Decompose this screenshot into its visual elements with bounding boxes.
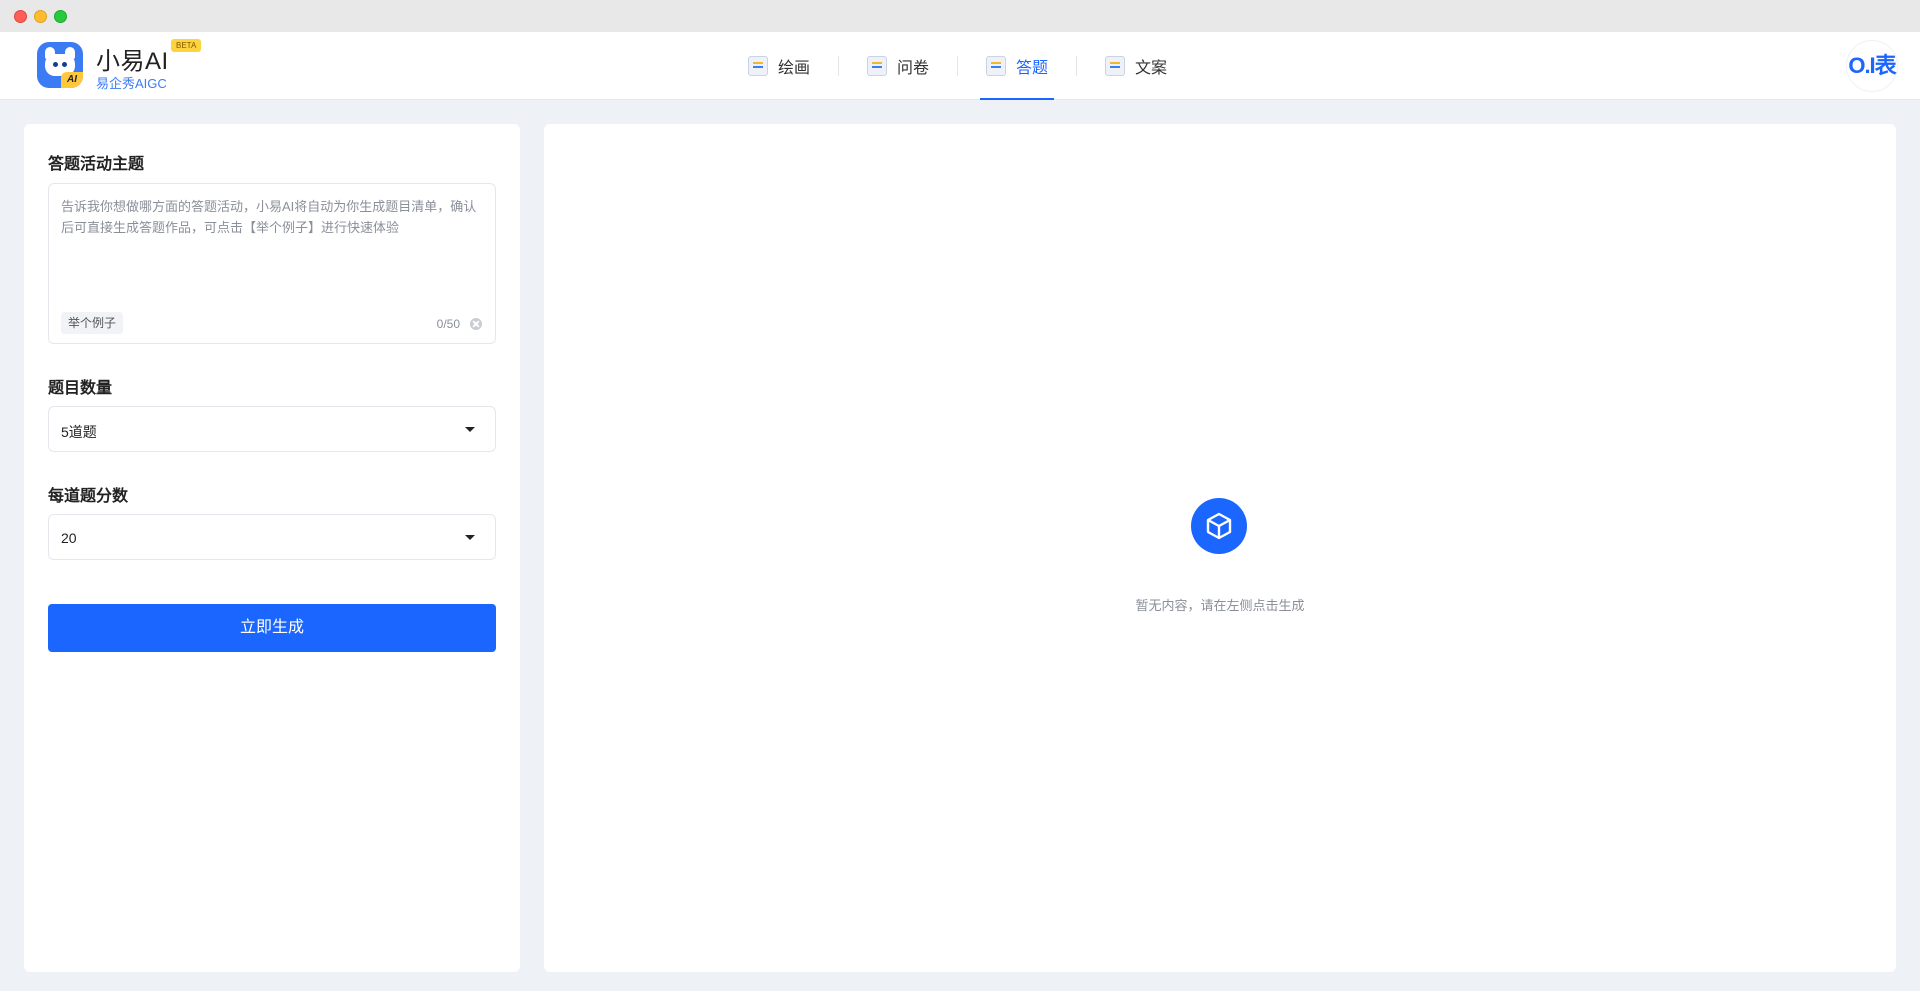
example-button[interactable]: 举个例子 [61, 312, 124, 334]
beta-badge: BETA [171, 39, 202, 52]
box-icon [1191, 498, 1247, 554]
tab-label: 答题 [1016, 60, 1049, 77]
question-count-value: 5道题 [61, 424, 97, 440]
tab-label: 问卷 [897, 60, 930, 77]
score-value: 20 [61, 530, 77, 546]
question-count-label: 题目数量 [48, 380, 113, 397]
main-nav: 绘画 问卷 答题 文案 [742, 32, 1173, 100]
logo-ai-tag: AI [61, 72, 83, 88]
window-titlebar [0, 0, 1920, 32]
tab-paint[interactable]: 绘画 [742, 32, 816, 100]
result-panel: 暂无内容，请在左侧点击生成 [544, 124, 1896, 972]
topic-textarea[interactable]: 告诉我你想做哪方面的答题活动，小易AI将自动为你生成题目清单，确认后可直接生成答… [48, 183, 496, 344]
brand-subtitle: 易企秀AIGC [96, 76, 167, 91]
tab-label: 文案 [1135, 60, 1168, 77]
quiz-icon [986, 56, 1007, 76]
logo-eye-left [53, 62, 58, 67]
topic-label: 答题活动主题 [48, 156, 145, 173]
app-header: AI 小易AI BETA 易企秀AIGC 绘画 问卷 答题 文案 O.I表 [0, 32, 1920, 100]
question-count-select[interactable]: 5道题 [48, 406, 496, 452]
topic-placeholder: 告诉我你想做哪方面的答题活动，小易AI将自动为你生成题目清单，确认后可直接生成答… [61, 199, 477, 235]
maximize-window-button[interactable] [54, 10, 67, 23]
paint-icon [748, 56, 768, 76]
nav-divider [1076, 56, 1078, 76]
char-counter: 0/50 [436, 317, 460, 331]
tab-copywriting[interactable]: 文案 [1099, 32, 1173, 100]
partner-logo-icon[interactable]: O.I表 [1846, 40, 1898, 92]
tab-survey[interactable]: 问卷 [861, 32, 935, 100]
copywriting-icon [1105, 56, 1126, 76]
score-select[interactable]: 20 [48, 514, 496, 560]
tab-quiz[interactable]: 答题 [980, 32, 1055, 100]
chevron-down-icon [465, 427, 475, 432]
score-label: 每道题分数 [48, 488, 129, 505]
logo-eye-right [62, 62, 67, 67]
form-panel: 答题活动主题 告诉我你想做哪方面的答题活动，小易AI将自动为你生成题目清单，确认… [24, 124, 520, 972]
survey-icon [867, 56, 888, 76]
close-window-button[interactable] [14, 10, 27, 23]
nav-divider [838, 56, 840, 76]
generate-button[interactable]: 立即生成 [48, 604, 496, 652]
brand-name: 小易AI [96, 48, 169, 75]
clear-icon[interactable] [470, 318, 482, 330]
app-logo[interactable]: AI [37, 42, 83, 88]
empty-state-text: 暂无内容，请在左侧点击生成 [1135, 598, 1305, 613]
tab-label: 绘画 [778, 60, 811, 77]
chevron-down-icon [465, 535, 475, 540]
nav-divider [957, 56, 959, 76]
minimize-window-button[interactable] [34, 10, 47, 23]
